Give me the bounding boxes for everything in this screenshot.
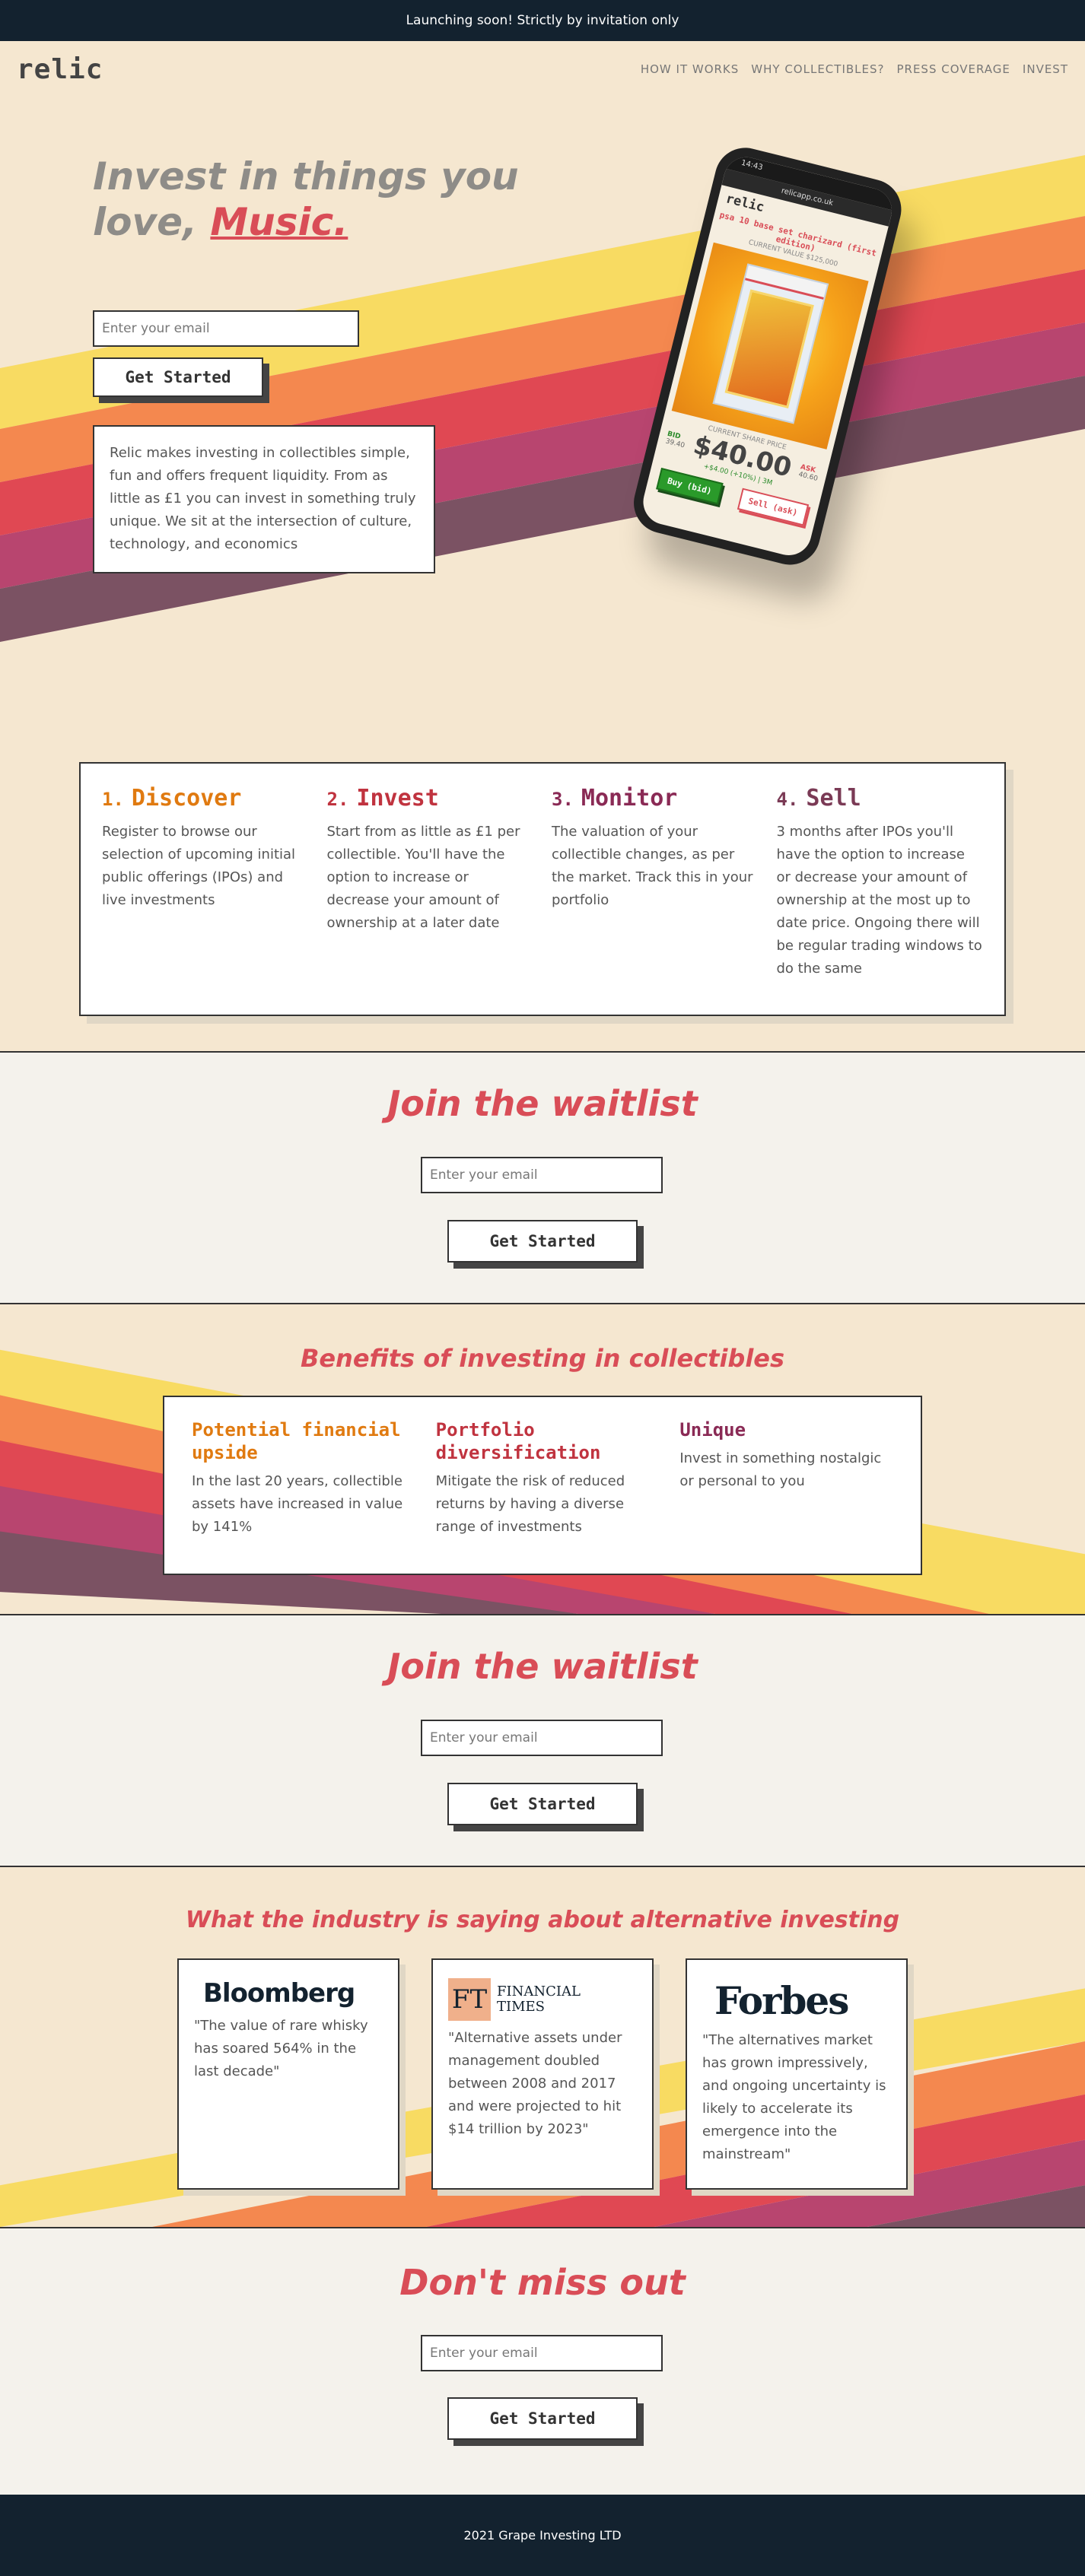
step-invest: 2. Invest Start from as little as £1 per …: [327, 785, 534, 993]
quote-text: "The alternatives market has grown impre…: [702, 2032, 886, 2162]
quote-text: "Alternative assets under management dou…: [448, 2030, 622, 2137]
ft-logo: FT FINANCIAL TIMES: [448, 1978, 637, 2021]
hero-get-started-button[interactable]: Get Started: [93, 357, 263, 397]
final-cta-title: Don't miss out: [399, 2262, 686, 2303]
graded-slab: [712, 263, 829, 424]
nav-link-how-it-works[interactable]: HOW IT WORKS: [641, 62, 739, 76]
final-cta-section: Don't miss out Get Started: [0, 2227, 1085, 2495]
hero-title-accent: Music.: [210, 200, 348, 244]
step-number: 2.: [326, 789, 349, 810]
benefit-financial-upside: Potential financial upside In the last 2…: [192, 1418, 406, 1552]
forbes-logo: Forbes: [714, 1978, 849, 2023]
card-art: [724, 289, 814, 409]
ft-wordmark-line2: TIMES: [497, 1999, 546, 2015]
industry-title: What the industry is saying about altern…: [185, 1907, 900, 1933]
step-sell: 4. Sell 3 months after IPOs you'll have t…: [777, 785, 984, 993]
waitlist-section-2: Join the waitlist Get Started: [0, 1614, 1085, 1866]
benefit-title: Unique: [679, 1419, 746, 1440]
waitlist-title: Join the waitlist: [387, 1083, 698, 1124]
final-email-input[interactable]: [421, 2335, 663, 2371]
step-monitor: 3. Monitor The valuation of your collecti…: [552, 785, 759, 993]
step-title: 4. Sell: [777, 785, 984, 812]
step-text: The valuation of your collectible change…: [552, 824, 753, 908]
step-discover: 1. Discover Register to browse our select…: [102, 785, 309, 993]
step-heading: Monitor: [581, 785, 678, 812]
how-it-works-section: 1. Discover Register to browse our select…: [0, 688, 1085, 1051]
quote-card-bloomberg: Bloomberg "The value of rare whisky has …: [177, 1958, 399, 2190]
benefit-text: Mitigate the risk of reduced returns by …: [435, 1473, 625, 1535]
step-number: 3.: [552, 789, 574, 810]
benefits-title: Benefits of investing in collectibles: [300, 1344, 785, 1373]
ft-wordmark-line1: FINANCIAL: [497, 1984, 581, 1999]
phone-buy-button: Buy (bid): [656, 467, 724, 505]
nav-links: HOW IT WORKS WHY COLLECTIBLES? PRESS COV…: [641, 62, 1068, 76]
step-number: 1.: [102, 789, 124, 810]
benefit-unique: Unique Invest in something nostalgic or …: [679, 1418, 893, 1552]
hero-title: Invest in things you love, Music.: [93, 154, 565, 245]
nav-link-why-collectibles[interactable]: WHY COLLECTIBLES?: [751, 62, 884, 76]
hero-description: Relic makes investing in collectibles si…: [93, 425, 435, 573]
nav-link-press-coverage[interactable]: PRESS COVERAGE: [896, 62, 1010, 76]
bloomberg-logo: Bloomberg: [203, 1978, 355, 2009]
step-heading: Invest: [356, 785, 439, 812]
hero-title-line1: Invest in things you: [93, 154, 519, 199]
step-heading: Discover: [131, 785, 242, 812]
steps-card: 1. Discover Register to browse our select…: [79, 762, 1006, 1016]
waitlist-email-input[interactable]: [421, 1720, 663, 1756]
announcement-banner: Launching soon! Strictly by invitation o…: [0, 0, 1085, 41]
step-heading: Sell: [806, 785, 861, 812]
benefit-text: Invest in something nostalgic or persona…: [679, 1450, 882, 1489]
benefit-title: Potential financial upside: [192, 1419, 401, 1463]
waitlist-email-input[interactable]: [421, 1157, 663, 1193]
hero-title-prefix: love,: [93, 200, 211, 244]
benefit-title: Portfolio diversification: [435, 1419, 601, 1463]
benefit-diversification: Portfolio diversification Mitigate the r…: [436, 1418, 650, 1552]
benefit-text: In the last 20 years, collectible assets…: [192, 1473, 403, 1535]
benefits-section: Benefits of investing in collectibles Po…: [0, 1303, 1085, 1614]
relic-logo[interactable]: relic: [17, 54, 103, 85]
step-title: 2. Invest: [327, 785, 534, 812]
step-text: 3 months after IPOs you'll have the opti…: [776, 824, 982, 977]
quote-card-forbes: Forbes "The alternatives market has grow…: [686, 1958, 908, 2190]
top-nav: relic HOW IT WORKS WHY COLLECTIBLES? PRE…: [0, 41, 1085, 97]
step-title: 3. Monitor: [552, 785, 759, 812]
announcement-text: Launching soon! Strictly by invitation o…: [406, 13, 679, 28]
hero-email-input[interactable]: [93, 310, 359, 347]
nav-link-invest[interactable]: INVEST: [1023, 62, 1068, 76]
step-number: 4.: [776, 789, 799, 810]
final-get-started-button[interactable]: Get Started: [447, 2397, 638, 2440]
industry-section: What the industry is saying about altern…: [0, 1866, 1085, 2227]
waitlist-get-started-button[interactable]: Get Started: [447, 1220, 638, 1263]
hero-section: relic HOW IT WORKS WHY COLLECTIBLES? PRE…: [0, 41, 1085, 688]
quote-card-ft: FT FINANCIAL TIMES "Alternative assets u…: [431, 1958, 654, 2190]
step-title: 1. Discover: [102, 785, 309, 812]
footer: 2021 Grape Investing LTD: [0, 2495, 1085, 2576]
ft-logo-wordmark: FINANCIAL TIMES: [497, 1984, 581, 2015]
step-text: Start from as little as £1 per collectib…: [326, 824, 520, 931]
waitlist-get-started-button[interactable]: Get Started: [447, 1783, 638, 1825]
benefits-card: Potential financial upside In the last 2…: [163, 1396, 922, 1575]
charizard-card-image: [671, 242, 869, 449]
ft-logo-mark: FT: [448, 1978, 491, 2021]
footer-copyright: 2021 Grape Investing LTD: [463, 2528, 622, 2543]
waitlist-section: Join the waitlist Get Started: [0, 1051, 1085, 1303]
step-text: Register to browse our selection of upco…: [102, 824, 296, 908]
quote-text: "The value of rare whisky has soared 564…: [194, 2018, 368, 2079]
waitlist-title: Join the waitlist: [387, 1646, 698, 1687]
